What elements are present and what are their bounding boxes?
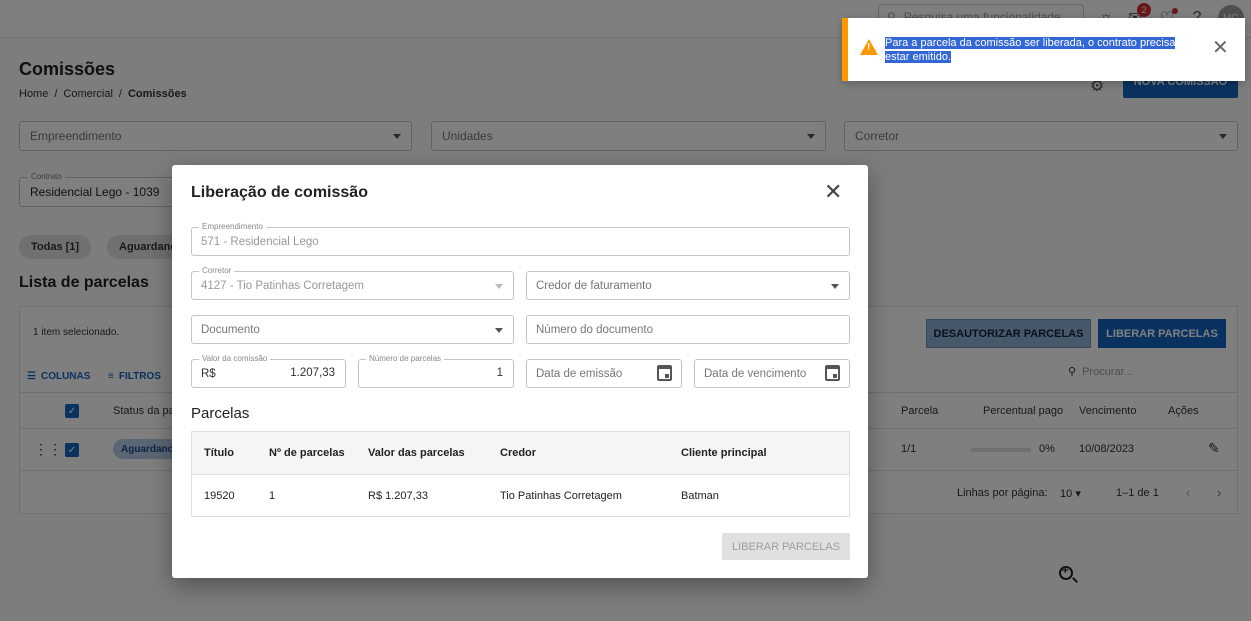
header-valor-parcelas: Valor das parcelas: [368, 447, 465, 459]
valor-comissao-input[interactable]: Valor da comissão R$ 1.207,33: [191, 354, 346, 388]
close-icon[interactable]: ✕: [1212, 38, 1229, 58]
data-vencimento-placeholder: Data de vencimento: [704, 367, 807, 380]
toast-message-line1: Para a parcela da comissão ser liberada,…: [885, 37, 1176, 49]
corretor-field: Corretor 4127 - Tio Patinhas Corretagem: [191, 266, 514, 300]
numero-documento-input[interactable]: Número do documento: [526, 315, 850, 344]
chevron-down-icon: [495, 284, 503, 289]
currency-prefix: R$: [201, 367, 216, 380]
data-emissao-placeholder: Data de emissão: [536, 367, 623, 380]
corretor-field-label: Corretor: [199, 266, 235, 275]
dialog-title: Liberação de comissão: [191, 184, 368, 201]
cell-titulo: 19520: [204, 490, 235, 502]
release-installments-button[interactable]: LIBERAR PARCELAS: [722, 533, 850, 560]
close-icon[interactable]: ✕: [824, 181, 842, 203]
cell-credor: Tio Patinhas Corretagem: [500, 490, 622, 502]
numero-parcelas-value: 1: [496, 367, 503, 379]
header-credor: Credor: [500, 447, 537, 459]
empreendimento-field-value: 571 - Residencial Lego: [201, 235, 319, 248]
documento-select[interactable]: Documento: [191, 315, 514, 344]
numero-documento-placeholder: Número do documento: [536, 323, 653, 336]
valor-comissao-label: Valor da comissão: [199, 354, 271, 363]
credor-select[interactable]: Credor de faturamento: [526, 271, 850, 300]
toast-message-line2: estar emitido.: [885, 51, 952, 63]
header-cliente-principal: Cliente principal: [681, 447, 767, 459]
cell-cliente-principal: Batman: [681, 490, 719, 502]
data-vencimento-input[interactable]: Data de vencimento: [694, 359, 850, 388]
valor-comissao-value: 1.207,33: [290, 367, 335, 379]
calendar-icon[interactable]: [825, 365, 840, 381]
chevron-down-icon: [495, 328, 503, 333]
credor-placeholder: Credor de faturamento: [536, 279, 652, 292]
numero-parcelas-label: Número de parcelas: [366, 354, 445, 363]
corretor-field-value: 4127 - Tio Patinhas Corretagem: [201, 279, 365, 292]
documento-placeholder: Documento: [201, 323, 260, 336]
warning-icon: !: [860, 39, 878, 55]
zoom-cursor-icon: [1059, 565, 1073, 580]
warning-toast: ! Para a parcela da comissão ser liberad…: [842, 18, 1245, 81]
toast-message: Para a parcela da comissão ser liberada,…: [885, 36, 1185, 64]
numero-parcelas-input[interactable]: Número de parcelas 1: [358, 354, 514, 388]
cell-num-parcelas: 1: [269, 490, 276, 502]
calendar-icon[interactable]: [657, 365, 672, 381]
header-titulo: Título: [204, 447, 234, 459]
cell-valor-parcelas: R$ 1.207,33: [368, 490, 428, 502]
data-emissao-input[interactable]: Data de emissão: [526, 359, 682, 388]
release-commission-dialog: Liberação de comissão ✕ Empreendimento 5…: [172, 165, 868, 578]
empreendimento-field-label: Empreendimento: [199, 222, 266, 231]
chevron-down-icon: [831, 284, 839, 289]
parcelas-section-title: Parcelas: [191, 405, 250, 422]
empreendimento-field: Empreendimento 571 - Residencial Lego: [191, 222, 850, 256]
header-num-parcelas: Nº de parcelas: [269, 447, 345, 459]
parcelas-table: Título Nº de parcelas Valor das parcelas…: [191, 431, 850, 517]
parcelas-table-header: Título Nº de parcelas Valor das parcelas…: [192, 432, 849, 475]
